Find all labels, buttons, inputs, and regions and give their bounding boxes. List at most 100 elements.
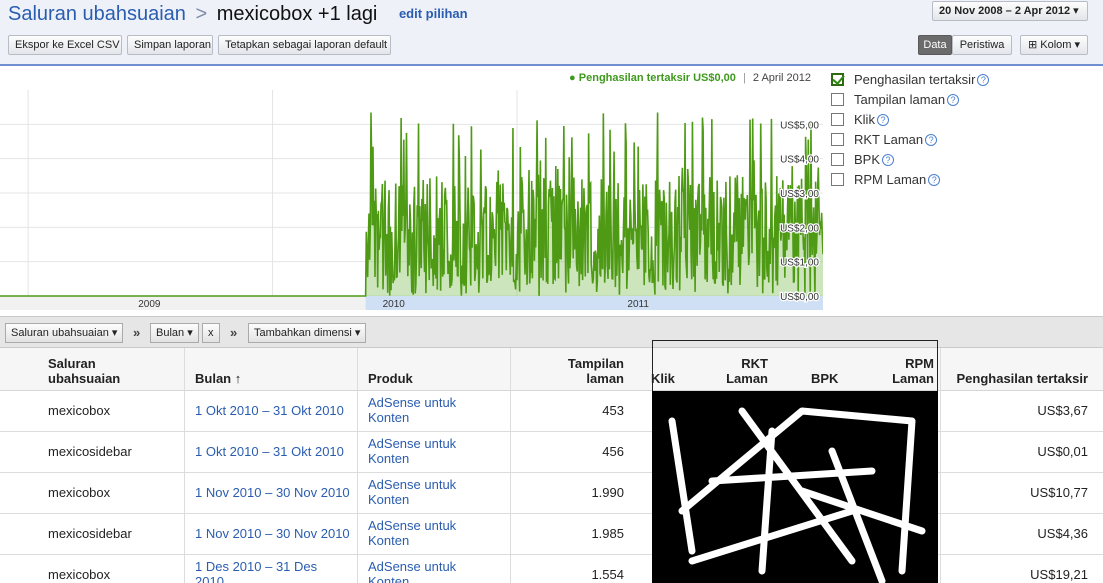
checkbox-icon[interactable] <box>831 153 844 166</box>
chart-legend: ● Penghasilan tertaksir US$0,00 | 2 Apri… <box>569 72 811 84</box>
data-toggle-button[interactable]: Data <box>918 35 952 55</box>
cell-earnings: US$4,36 <box>1037 526 1088 541</box>
export-csv-button[interactable]: Ekspor ke Excel CSV <box>8 35 122 55</box>
checkbox-icon[interactable] <box>831 93 844 106</box>
column-divider <box>510 348 511 583</box>
add-dimension-dropdown[interactable]: Tambahkan dimensi ▾ <box>248 323 367 343</box>
cell-earnings: US$10,77 <box>1030 485 1088 500</box>
checkbox-icon[interactable] <box>831 133 844 146</box>
cell-month[interactable]: 1 Nov 2010 – 30 Nov 2010 <box>195 485 350 500</box>
remove-dimension-button[interactable]: x <box>202 323 220 343</box>
channel-dimension-dropdown[interactable]: Saluran ubahsuaian ▾ <box>5 323 124 343</box>
dimension-arrow-icon: » <box>133 325 141 340</box>
date-range-dropdown[interactable]: 20 Nov 2008 – 2 Apr 2012 ▾ <box>932 1 1088 21</box>
header-clicks[interactable]: Klik <box>651 371 675 386</box>
header-channel[interactable]: Saluran ubahsuaian <box>48 356 168 386</box>
metric-label: Penghasilan tertaksir <box>854 72 976 87</box>
y-tick-label: US$0,00 <box>780 292 819 303</box>
column-divider <box>357 348 358 583</box>
help-icon[interactable]: ? <box>882 154 895 166</box>
metric-earnings[interactable]: Penghasilan tertaksir? <box>831 72 990 90</box>
edit-selection-link[interactable]: edit pilihan <box>399 6 468 21</box>
set-default-report-button[interactable]: Tetapkan sebagai laporan default <box>218 35 391 55</box>
columns-dropdown[interactable]: ⊞ Kolom ▾ <box>1020 35 1088 55</box>
x-tick-label: 2011 <box>627 299 649 310</box>
y-tick-label: US$2,00 <box>780 223 819 234</box>
metric-label: RPM Laman <box>854 172 927 187</box>
metric-selector: Penghasilan tertaksir? Tampilan laman? K… <box>823 68 1103 316</box>
legend-separator: | <box>742 72 746 84</box>
header-page-ctr[interactable]: RKT Laman <box>700 356 768 386</box>
cell-channel: mexicobox <box>48 485 111 500</box>
events-toggle-button[interactable]: Peristiwa <box>952 35 1012 55</box>
cell-earnings: US$3,67 <box>1037 403 1088 418</box>
cell-channel: mexicosidebar <box>48 526 132 541</box>
header-product[interactable]: Produk <box>368 371 413 386</box>
scribble-icon <box>668 407 926 583</box>
column-divider <box>940 348 941 583</box>
cell-pageviews: 1.990 <box>591 485 624 500</box>
metric-label: BPK <box>854 152 881 167</box>
y-tick-label: US$4,00 <box>780 155 819 166</box>
help-icon[interactable]: ? <box>947 94 960 106</box>
dimension-bar: Saluran ubahsuaian ▾ » Bulan ▾ x » Tamba… <box>0 316 1103 348</box>
help-icon[interactable]: ? <box>928 174 941 186</box>
metric-label: Tampilan laman <box>854 92 946 107</box>
help-icon[interactable]: ? <box>977 74 990 86</box>
breadcrumb-separator: > <box>195 3 208 25</box>
table-header: Saluran ubahsuaian Bulan ↑ Produk Tampil… <box>0 348 1103 391</box>
header-page-rpm[interactable]: RPM Laman <box>866 356 934 386</box>
legend-series-value: Penghasilan tertaksir US$0,00 <box>578 72 736 84</box>
cell-month[interactable]: 1 Des 2010 – 31 Des 2010 <box>195 559 355 583</box>
metric-page-rpm[interactable]: RPM Laman? <box>831 172 941 190</box>
save-report-button[interactable]: Simpan laporan <box>127 35 213 55</box>
x-tick-label: 2009 <box>138 299 161 310</box>
cell-product[interactable]: AdSense untuk Konten <box>368 395 498 425</box>
y-tick-label: US$5,00 <box>780 120 819 131</box>
breadcrumb: Saluran ubahsuaian > mexicobox +1 lagi e… <box>8 3 468 26</box>
cell-month[interactable]: 1 Nov 2010 – 30 Nov 2010 <box>195 526 350 541</box>
x-tick-label: 2010 <box>383 299 406 310</box>
metric-clicks[interactable]: Klik? <box>831 112 889 130</box>
x-axis-highlight <box>365 296 823 310</box>
breadcrumb-current: mexicobox +1 lagi <box>216 3 378 25</box>
earnings-chart-svg: 2009 2010 2011 US$5,00 US$4,00 US$3,00 US$2,00… <box>0 90 823 310</box>
dimension-arrow-icon: » <box>230 325 238 340</box>
cell-channel: mexicobox <box>48 403 111 418</box>
metric-pageviews[interactable]: Tampilan laman? <box>831 92 960 110</box>
cell-channel: mexicobox <box>48 567 111 582</box>
cell-channel: mexicosidebar <box>48 444 132 459</box>
cell-product[interactable]: AdSense untuk Konten <box>368 436 498 466</box>
checkbox-icon[interactable] <box>831 173 844 186</box>
legend-date: 2 April 2012 <box>752 72 811 84</box>
cell-month[interactable]: 1 Okt 2010 – 31 Okt 2010 <box>195 403 344 418</box>
header-month[interactable]: Bulan ↑ <box>195 371 241 386</box>
metric-page-ctr[interactable]: RKT Laman? <box>831 132 938 150</box>
checkbox-icon[interactable] <box>831 113 844 126</box>
checkbox-checked-icon[interactable] <box>831 73 844 86</box>
redacted-area <box>652 391 938 583</box>
cell-pageviews: 456 <box>602 444 624 459</box>
cell-earnings: US$0,01 <box>1037 444 1088 459</box>
earnings-chart: 2009 2010 2011 US$5,00 US$4,00 US$3,00 US$2,00… <box>0 68 823 316</box>
cell-product[interactable]: AdSense untuk Konten <box>368 477 498 507</box>
help-icon[interactable]: ? <box>925 134 938 146</box>
cell-product[interactable]: AdSense untuk Konten <box>368 559 498 583</box>
help-icon[interactable]: ? <box>876 114 889 126</box>
header-pageviews[interactable]: Tampilan laman <box>520 356 624 386</box>
cell-month[interactable]: 1 Okt 2010 – 31 Okt 2010 <box>195 444 344 459</box>
metric-label: Klik <box>854 112 875 127</box>
sort-ascending-icon: ↑ <box>234 371 242 386</box>
cell-product[interactable]: AdSense untuk Konten <box>368 518 498 548</box>
header-cpc[interactable]: BPK <box>811 371 838 386</box>
month-dimension-dropdown[interactable]: Bulan ▾ <box>150 323 199 343</box>
cell-earnings: US$19,21 <box>1030 567 1088 582</box>
y-tick-label: US$1,00 <box>780 258 819 269</box>
breadcrumb-root-link[interactable]: Saluran ubahsuaian <box>8 3 186 25</box>
y-tick-label: US$3,00 <box>780 189 819 200</box>
header-earnings[interactable]: Penghasilan tertaksir <box>944 371 1089 386</box>
column-divider <box>184 348 185 583</box>
cell-pageviews: 453 <box>602 403 624 418</box>
metric-cpc[interactable]: BPK? <box>831 152 895 170</box>
cell-pageviews: 1.985 <box>591 526 624 541</box>
